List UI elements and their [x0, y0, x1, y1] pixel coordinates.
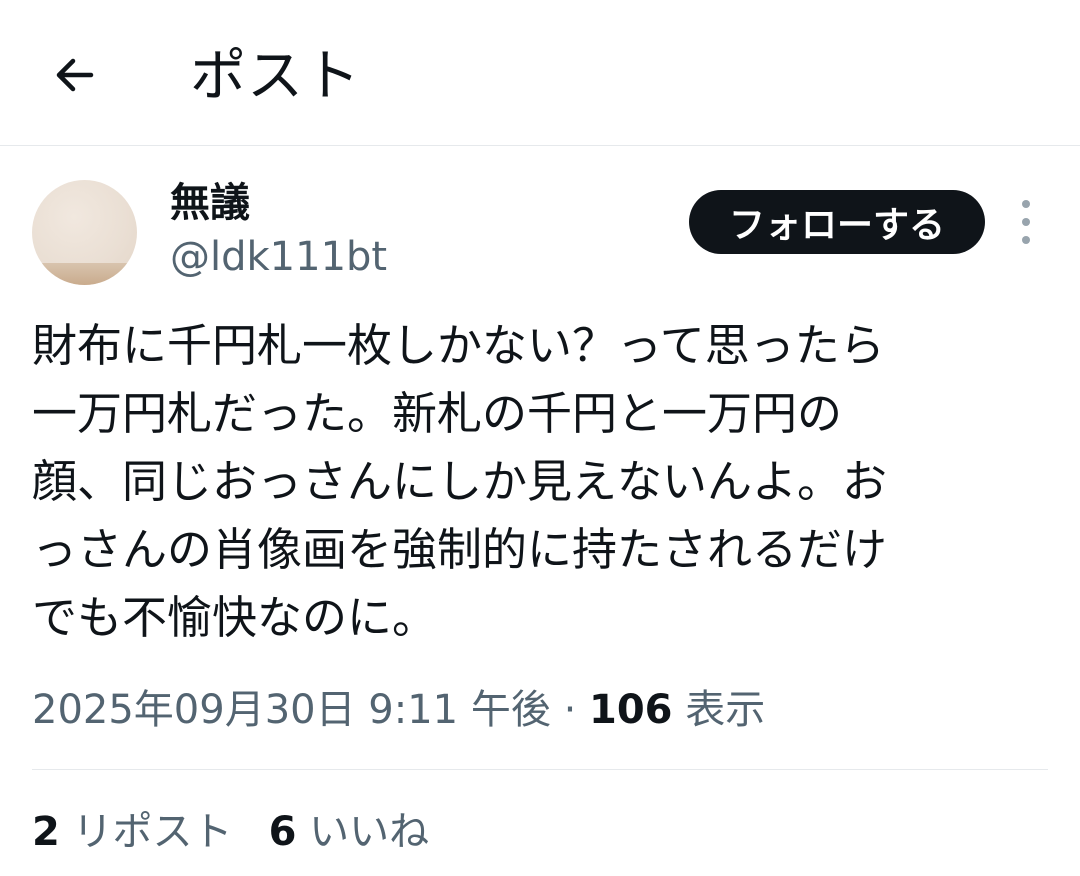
views-count: 106 — [589, 687, 673, 733]
likes-count: 6 — [268, 809, 297, 855]
back-button[interactable] — [40, 40, 110, 110]
post-text: 財布に千円札一枚しかない？って思ったら 一万円札だった。新札の千円と一万円の 顔… — [32, 319, 888, 644]
likes-label: いいね — [309, 809, 430, 855]
avatar[interactable] — [32, 180, 137, 285]
author-handle[interactable]: @ldk111bt — [170, 232, 387, 282]
likes-stat[interactable]: 6 いいね — [269, 809, 430, 855]
reposts-count: 2 — [32, 809, 60, 855]
post-timestamp[interactable]: 2025年09月30日 9:11 午後 — [32, 687, 551, 733]
post-meta: 2025年09月30日 9:11 午後 · 106 表示 — [32, 682, 765, 738]
author-display-name[interactable]: 無議 — [170, 178, 250, 228]
reposts-stat[interactable]: 2 リポスト — [32, 809, 233, 855]
divider — [32, 769, 1048, 770]
views-label: 表示 — [685, 687, 766, 733]
more-vertical-icon-dot — [1022, 236, 1030, 244]
more-vertical-icon — [1022, 200, 1030, 208]
top-bar: ポスト — [0, 0, 1080, 146]
more-vertical-icon-dot — [1022, 218, 1030, 226]
reposts-label: リポスト — [72, 809, 233, 855]
page-title: ポスト — [190, 44, 361, 109]
follow-button[interactable]: フォローする — [689, 190, 985, 254]
arrow-left-icon — [56, 58, 94, 92]
more-options-button[interactable] — [1006, 200, 1046, 244]
meta-separator: · — [563, 687, 577, 733]
avatar-image-detail — [32, 263, 137, 285]
post-stats: 2 リポスト 6 いいね — [32, 804, 465, 860]
